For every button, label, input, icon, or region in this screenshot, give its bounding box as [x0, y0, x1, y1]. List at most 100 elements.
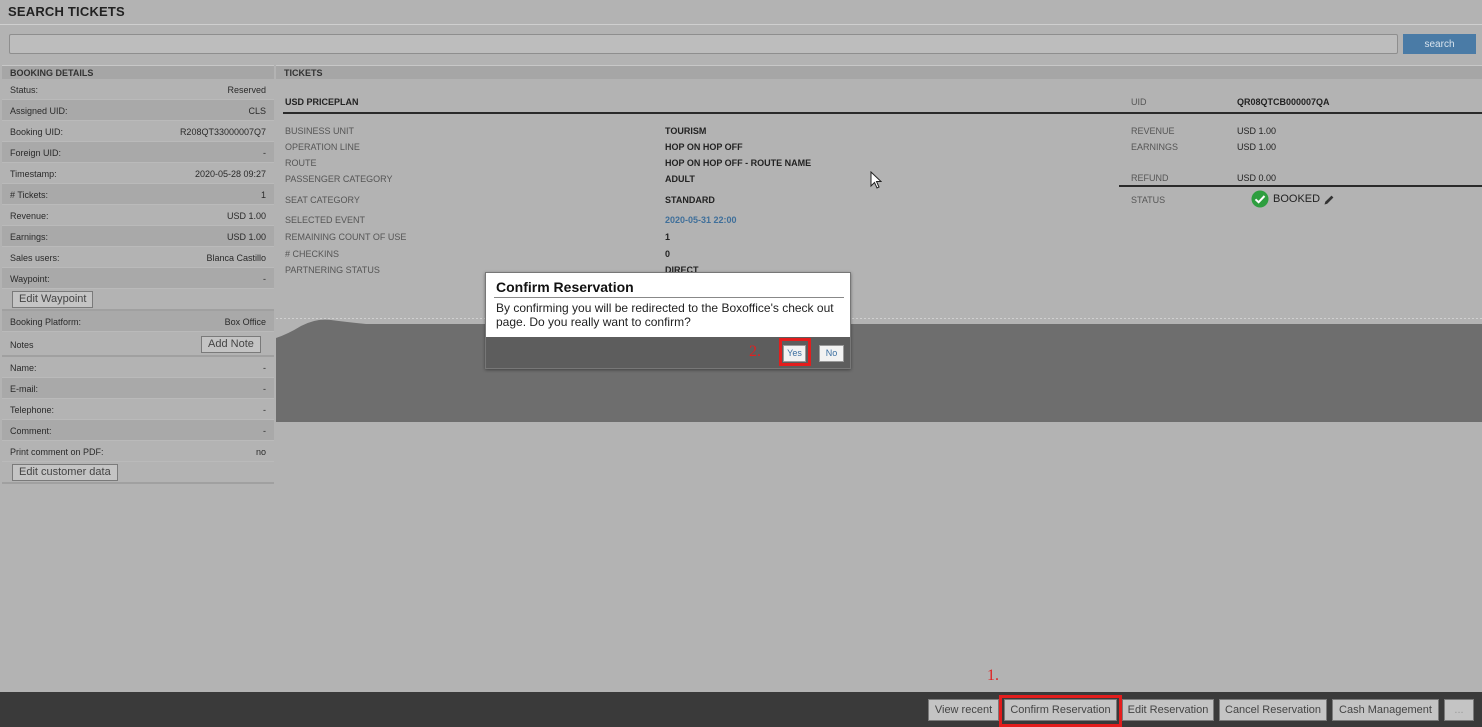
- search-button[interactable]: search: [1403, 34, 1476, 54]
- field-value: HOP ON HOP OFF - ROUTE NAME: [665, 158, 812, 168]
- detail-label: Print comment on PDF:: [10, 447, 104, 457]
- refund-divider: [1119, 185, 1482, 187]
- field-label: PARTNERING STATUS: [285, 265, 380, 275]
- detail-label: Revenue:: [10, 211, 49, 221]
- dialog-body: Confirm Reservation By confirming you wi…: [486, 273, 850, 337]
- detail-value: R208QT33000007Q7: [179, 127, 266, 137]
- detail-value: -: [263, 274, 266, 284]
- detail-row-booking-uid: Booking UID: R208QT33000007Q7: [2, 121, 274, 142]
- edit-waypoint-button[interactable]: Edit Waypoint: [12, 291, 94, 308]
- field-label: # CHECKINS: [285, 249, 340, 259]
- field-value: 1: [665, 232, 671, 242]
- field-label: OPERATION LINE: [285, 142, 360, 152]
- status-badge: BOOKED: [1273, 193, 1321, 205]
- detail-row-comment: Comment: -: [2, 420, 274, 441]
- detail-label: # Tickets:: [10, 190, 49, 200]
- view-recent-button[interactable]: View recent: [928, 699, 999, 721]
- field-label: REFUND: [1131, 173, 1169, 183]
- priceplan-divider: [283, 112, 1482, 114]
- detail-label: Foreign UID:: [10, 148, 62, 158]
- detail-value: Reserved: [227, 85, 266, 95]
- tickets-header: TICKETS: [276, 65, 1482, 79]
- field-label: PASSENGER CATEGORY: [285, 174, 393, 184]
- selected-event-link[interactable]: 2020-05-31 22:00: [665, 215, 737, 225]
- detail-label: Status:: [10, 85, 39, 95]
- detail-value: -: [263, 363, 266, 373]
- booking-details-header: BOOKING DETAILS: [2, 65, 274, 79]
- cancel-reservation-button[interactable]: Cancel Reservation: [1219, 699, 1327, 721]
- detail-row-notes: Notes Add Note: [2, 332, 274, 357]
- field-value: USD 1.00: [1237, 142, 1277, 152]
- field-value: ADULT: [665, 174, 695, 184]
- cash-management-button[interactable]: Cash Management: [1332, 699, 1439, 721]
- no-button[interactable]: No: [819, 345, 844, 362]
- detail-row-revenue: Revenue: USD 1.00: [2, 205, 274, 226]
- detail-row-timestamp: Timestamp: 2020-05-28 09:27: [2, 163, 274, 184]
- detail-value: -: [263, 384, 266, 394]
- page-title: SEARCH TICKETS: [8, 4, 125, 19]
- search-input[interactable]: [9, 34, 1398, 54]
- detail-value: -: [263, 405, 266, 415]
- booking-details-panel: BOOKING DETAILS Status: Reserved Assigne…: [2, 65, 274, 499]
- field-label: EARNINGS: [1131, 142, 1179, 152]
- field-value: TOURISM: [665, 126, 707, 136]
- field-label: REVENUE: [1131, 126, 1175, 136]
- detail-value: Box Office: [224, 317, 266, 327]
- detail-value: Blanca Castillo: [206, 253, 266, 263]
- check-circle-icon: [1251, 190, 1269, 208]
- cursor-icon: [870, 170, 883, 189]
- detail-row-print-comment: Print comment on PDF: no: [2, 441, 274, 462]
- detail-label: Waypoint:: [10, 274, 50, 284]
- detail-label: Booking UID:: [10, 127, 64, 137]
- pencil-icon[interactable]: [1323, 193, 1335, 205]
- detail-value: USD 1.00: [226, 211, 266, 221]
- detail-value: USD 1.00: [226, 232, 266, 242]
- field-label: REMAINING COUNT OF USE: [285, 232, 407, 242]
- waypoint-actions: Edit Waypoint: [2, 289, 274, 311]
- detail-row-assigned-uid: Assigned UID: CLS: [2, 100, 274, 121]
- detail-label: Booking Platform:: [10, 317, 82, 327]
- detail-label: Assigned UID:: [10, 106, 68, 116]
- edit-customer-data-button[interactable]: Edit customer data: [12, 464, 118, 481]
- detail-label: E-mail:: [10, 384, 39, 394]
- confirm-reservation-highlight: [999, 695, 1122, 727]
- content-overlay-area: [276, 318, 1482, 422]
- detail-row-booking-platform: Booking Platform: Box Office: [2, 311, 274, 332]
- detail-label: Sales users:: [10, 253, 60, 263]
- uid-label: UID: [1131, 97, 1147, 107]
- field-value: USD 1.00: [1237, 126, 1277, 136]
- dialog-title: Confirm Reservation: [496, 279, 634, 295]
- field-value: 0: [665, 249, 671, 259]
- dialog-divider: [494, 297, 844, 298]
- detail-row-name: Name: -: [2, 357, 274, 378]
- detail-label: Timestamp:: [10, 169, 57, 179]
- field-label: BUSINESS UNIT: [285, 126, 355, 136]
- priceplan-title: USD PRICEPLAN: [285, 97, 359, 107]
- detail-row-earnings: Earnings: USD 1.00: [2, 226, 274, 247]
- detail-value: 2020-05-28 09:27: [194, 169, 266, 179]
- detail-value: CLS: [248, 106, 266, 116]
- field-value: STANDARD: [665, 195, 715, 205]
- field-value: HOP ON HOP OFF: [665, 142, 743, 152]
- status-label: STATUS: [1131, 195, 1166, 205]
- tickets-panel: TICKETS USD PRICEPLAN UID QR08QTCB000007…: [276, 65, 1482, 499]
- detail-value: -: [263, 426, 266, 436]
- detail-label: Comment:: [10, 426, 52, 436]
- detail-row-waypoint: Waypoint: -: [2, 268, 274, 289]
- more-button[interactable]: ...: [1444, 699, 1474, 721]
- edit-reservation-button[interactable]: Edit Reservation: [1122, 699, 1214, 721]
- detail-label: Name:: [10, 363, 37, 373]
- detail-row-status: Status: Reserved: [2, 79, 274, 100]
- detail-label: Telephone:: [10, 405, 55, 415]
- top-bar: SEARCH TICKETS: [0, 0, 1482, 25]
- detail-row-tickets: # Tickets: 1: [2, 184, 274, 205]
- detail-row-email: E-mail: -: [2, 378, 274, 399]
- add-note-button[interactable]: Add Note: [201, 336, 261, 353]
- detail-label: Earnings:: [10, 232, 49, 242]
- dialog-message: By confirming you will be redirected to …: [496, 301, 834, 329]
- detail-value: 1: [260, 190, 266, 200]
- field-label: SELECTED EVENT: [285, 215, 366, 225]
- field-label: ROUTE: [285, 158, 317, 168]
- detail-row-sales-users: Sales users: Blanca Castillo: [2, 247, 274, 268]
- detail-row-telephone: Telephone: -: [2, 399, 274, 420]
